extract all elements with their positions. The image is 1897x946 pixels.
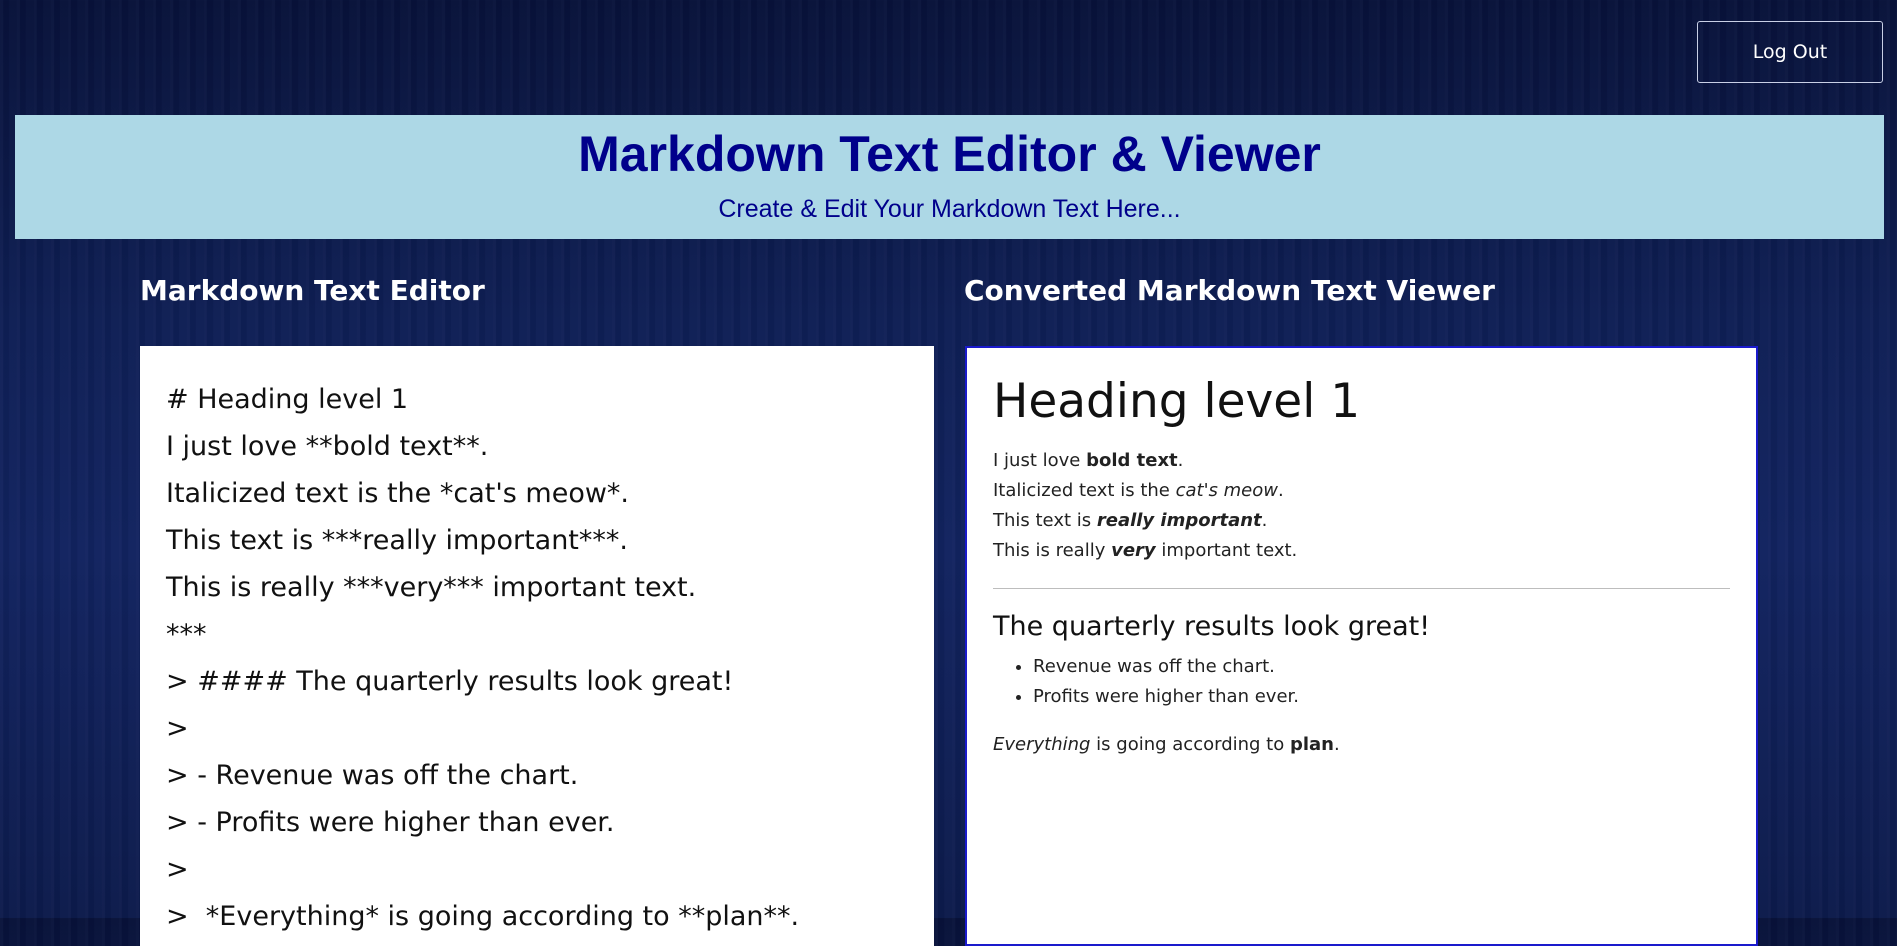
bold-text: bold text <box>1086 449 1178 471</box>
list-item: Profits were higher than ever. <box>1033 682 1730 712</box>
text-segment: . <box>1333 733 1340 755</box>
header-banner: Markdown Text Editor & Viewer Create & E… <box>15 115 1884 239</box>
bold-italic-text: very <box>1111 540 1156 561</box>
editor-line: > <box>166 713 189 744</box>
preview-line-bold: I just love bold text. <box>993 446 1730 476</box>
editor-line: I just love **bold text**. <box>166 431 489 462</box>
horizontal-rule <box>993 587 1730 589</box>
bold-text: plan <box>1289 733 1334 755</box>
list-item: Revenue was off the chart. <box>1033 652 1730 682</box>
preview-line-bold-italic: This text is really important. <box>993 506 1730 536</box>
preview-bullet-list: Revenue was off the chart. Profits were … <box>993 652 1730 712</box>
logout-button[interactable]: Log Out <box>1697 21 1883 83</box>
editor-line: > - Revenue was off the chart. <box>166 760 579 791</box>
text-segment: This text is <box>993 509 1097 531</box>
italic-text: really important <box>1096 509 1262 531</box>
editor-line: > #### The quarterly results look great! <box>166 666 734 697</box>
bold-italic-text: really important <box>1097 510 1262 531</box>
editor-line: > <box>166 854 189 885</box>
text-segment: . <box>1177 449 1184 471</box>
app-subtitle: Create & Edit Your Markdown Text Here... <box>718 195 1181 223</box>
editor-heading: Markdown Text Editor <box>140 274 485 307</box>
editor-line: > *Everything* is going according to **p… <box>166 901 800 932</box>
preview-blockquote-heading: The quarterly results look great! <box>993 610 1431 642</box>
preview-line-italic: Italicized text is the cat's meow. <box>993 476 1730 506</box>
markdown-editor-textarea[interactable]: # Heading level 1 I just love **bold tex… <box>140 346 934 946</box>
editor-line: This is really ***very*** important text… <box>166 572 697 603</box>
text-segment: important text. <box>1155 539 1298 561</box>
editor-line: *** <box>166 619 207 650</box>
preview-heading-1: Heading level 1 <box>993 374 1361 429</box>
preview-line-bold-italic: This is really very important text. <box>993 536 1730 566</box>
markdown-preview-panel: Heading level 1 I just love bold text. I… <box>965 346 1758 946</box>
text-segment: . <box>1277 479 1284 501</box>
italic-text: very <box>1111 539 1156 561</box>
editor-line: > - Profits were higher than ever. <box>166 807 615 838</box>
italic-text: cat's meow <box>1175 479 1278 501</box>
preview-line-final: Everything is going according to plan. <box>993 730 1730 760</box>
text-segment: is going according to <box>1090 733 1290 755</box>
italic-text: Everything <box>993 733 1091 755</box>
text-segment: Italicized text is the <box>993 479 1176 501</box>
editor-line: Italicized text is the *cat's meow*. <box>166 478 630 509</box>
viewer-heading: Converted Markdown Text Viewer <box>964 274 1495 307</box>
app-title: Markdown Text Editor & Viewer <box>578 126 1321 182</box>
text-segment: . <box>1261 509 1268 531</box>
editor-line: This text is ***really important***. <box>166 525 628 556</box>
editor-line: # Heading level 1 <box>166 384 409 415</box>
text-segment: I just love <box>993 449 1087 471</box>
text-segment: This is really <box>993 539 1112 561</box>
